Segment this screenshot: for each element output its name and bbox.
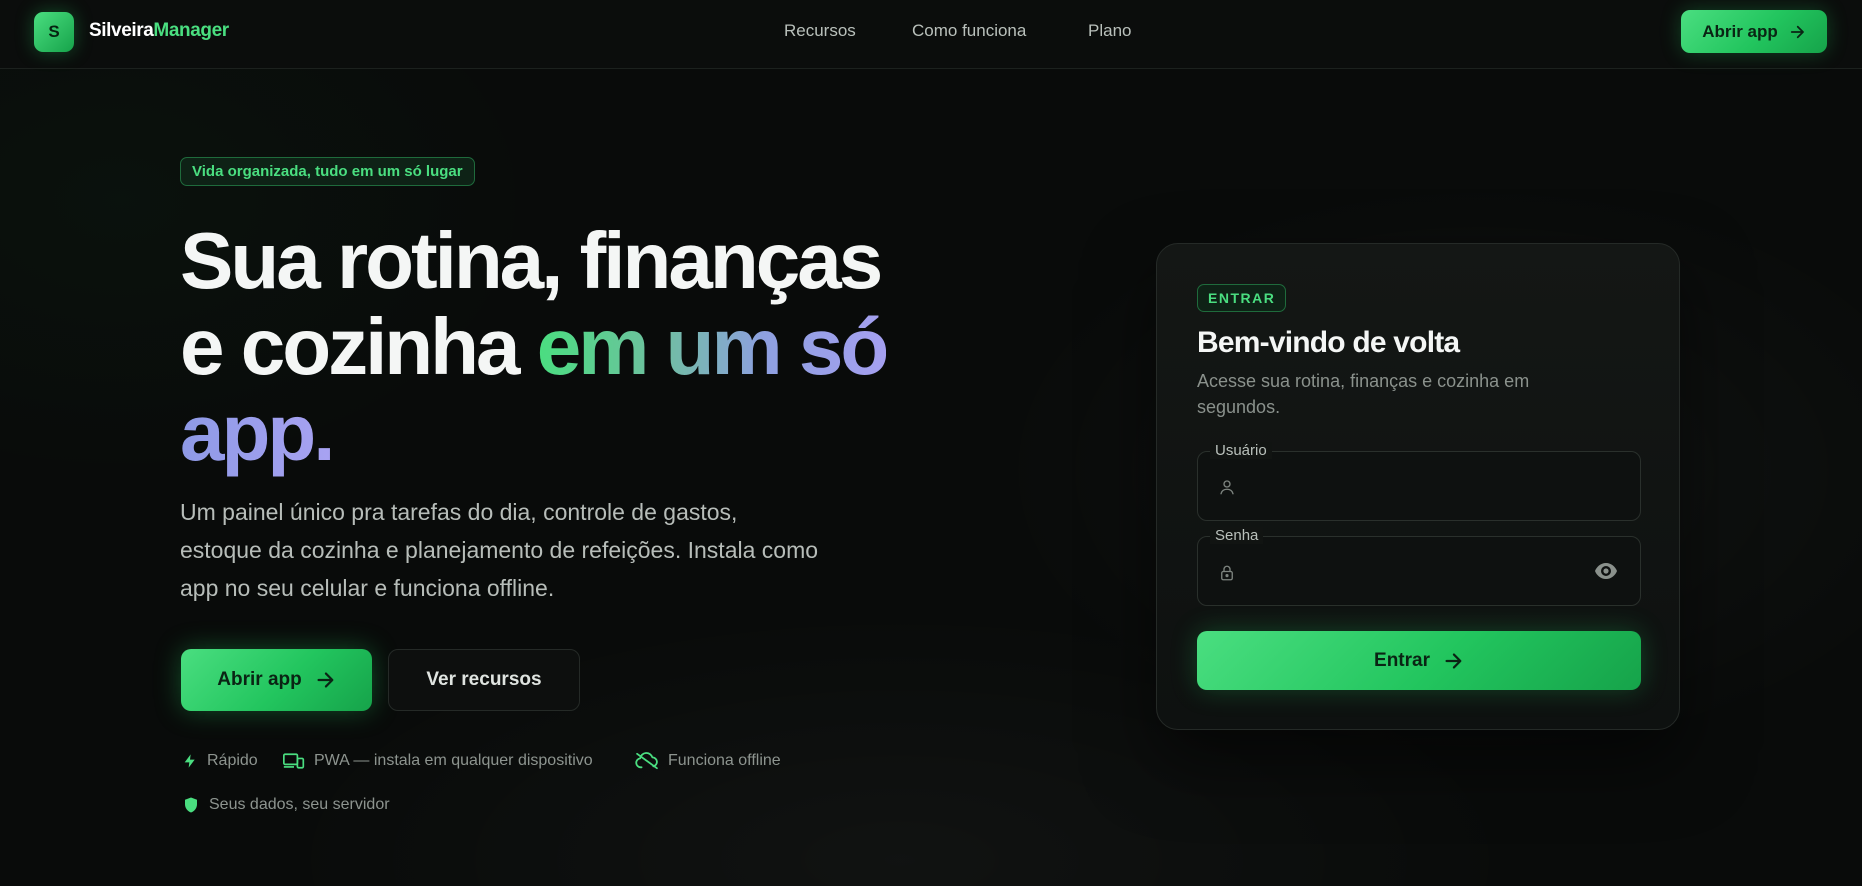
shield-icon <box>185 797 197 813</box>
arrow-right-icon <box>1790 25 1804 38</box>
hero-headline: Sua rotina, finanças e cozinha em um só … <box>180 218 960 476</box>
top-navbar: S SilveiraManager Recursos Como funciona… <box>0 0 1862 69</box>
headline-line2-plain: e cozinha <box>180 302 537 391</box>
feature-pwa: PWA — instala em qualquer dispositivo <box>283 752 593 770</box>
feature-fast-label: Rápido <box>207 752 258 769</box>
nav-link-como-funciona[interactable]: Como funciona <box>912 21 1026 41</box>
hero-tag-pill: Vida organizada, tudo em um só lugar <box>180 157 475 186</box>
nav-link-plano[interactable]: Plano <box>1088 21 1131 41</box>
brand-name-part2: Manager <box>153 20 229 41</box>
brand-name[interactable]: SilveiraManager <box>89 20 229 42</box>
brand-name-part1: Silveira <box>89 20 154 41</box>
feature-pwa-label: PWA — instala em qualquer dispositivo <box>314 752 593 769</box>
username-field[interactable]: Usuário <box>1197 442 1641 521</box>
arrow-right-icon <box>317 672 334 688</box>
password-input[interactable] <box>1248 555 1578 589</box>
login-submit-button[interactable]: Entrar <box>1197 631 1641 690</box>
login-title: Bem-vindo de volta <box>1197 326 1460 359</box>
logo-mark[interactable]: S <box>34 12 74 52</box>
feature-privacy: Seus dados, seu servidor <box>182 795 390 815</box>
headline-line2-accent: em um só <box>536 302 889 391</box>
hero-subtitle: Um painel único pra tarefas do dia, cont… <box>180 499 819 601</box>
password-field[interactable]: Senha <box>1197 527 1641 606</box>
lock-icon <box>1221 565 1233 581</box>
hero-open-app-label: Abrir app <box>217 669 302 690</box>
cloud-off-icon <box>635 752 658 770</box>
feature-privacy-label: Seus dados, seu servidor <box>209 796 390 813</box>
login-badge: ENTRAR <box>1197 284 1287 312</box>
logo-letter: S <box>48 22 60 41</box>
user-icon <box>1220 480 1234 495</box>
headline-line3-accent: app. <box>180 388 335 477</box>
login-card: ENTRAR Bem-vindo de volta Acesse sua rot… <box>1156 243 1680 730</box>
eye-icon[interactable] <box>1594 562 1618 580</box>
arrow-right-icon <box>1445 652 1462 669</box>
username-input[interactable] <box>1248 470 1578 504</box>
see-features-button[interactable]: Ver recursos <box>388 649 580 711</box>
login-submit-label: Entrar <box>1374 649 1430 671</box>
login-subtitle: Acesse sua rotina, finanças e cozinha em… <box>1197 371 1530 417</box>
headline-line1: Sua rotina, finanças <box>180 216 883 305</box>
feature-offline-label: Funciona offline <box>668 752 781 769</box>
nav-open-app-label: Abrir app <box>1702 21 1778 41</box>
see-features-label: Ver recursos <box>426 669 542 690</box>
devices-icon <box>283 753 305 769</box>
password-label: Senha <box>1210 527 1264 544</box>
feature-fast: Rápido <box>182 752 258 770</box>
hero-open-app-button[interactable]: Abrir app <box>181 649 372 711</box>
username-label: Usuário <box>1210 442 1272 459</box>
bolt-icon <box>184 754 195 768</box>
nav-open-app-button[interactable]: Abrir app <box>1681 10 1827 53</box>
feature-offline: Funciona offline <box>635 752 781 770</box>
nav-link-recursos[interactable]: Recursos <box>784 21 856 41</box>
